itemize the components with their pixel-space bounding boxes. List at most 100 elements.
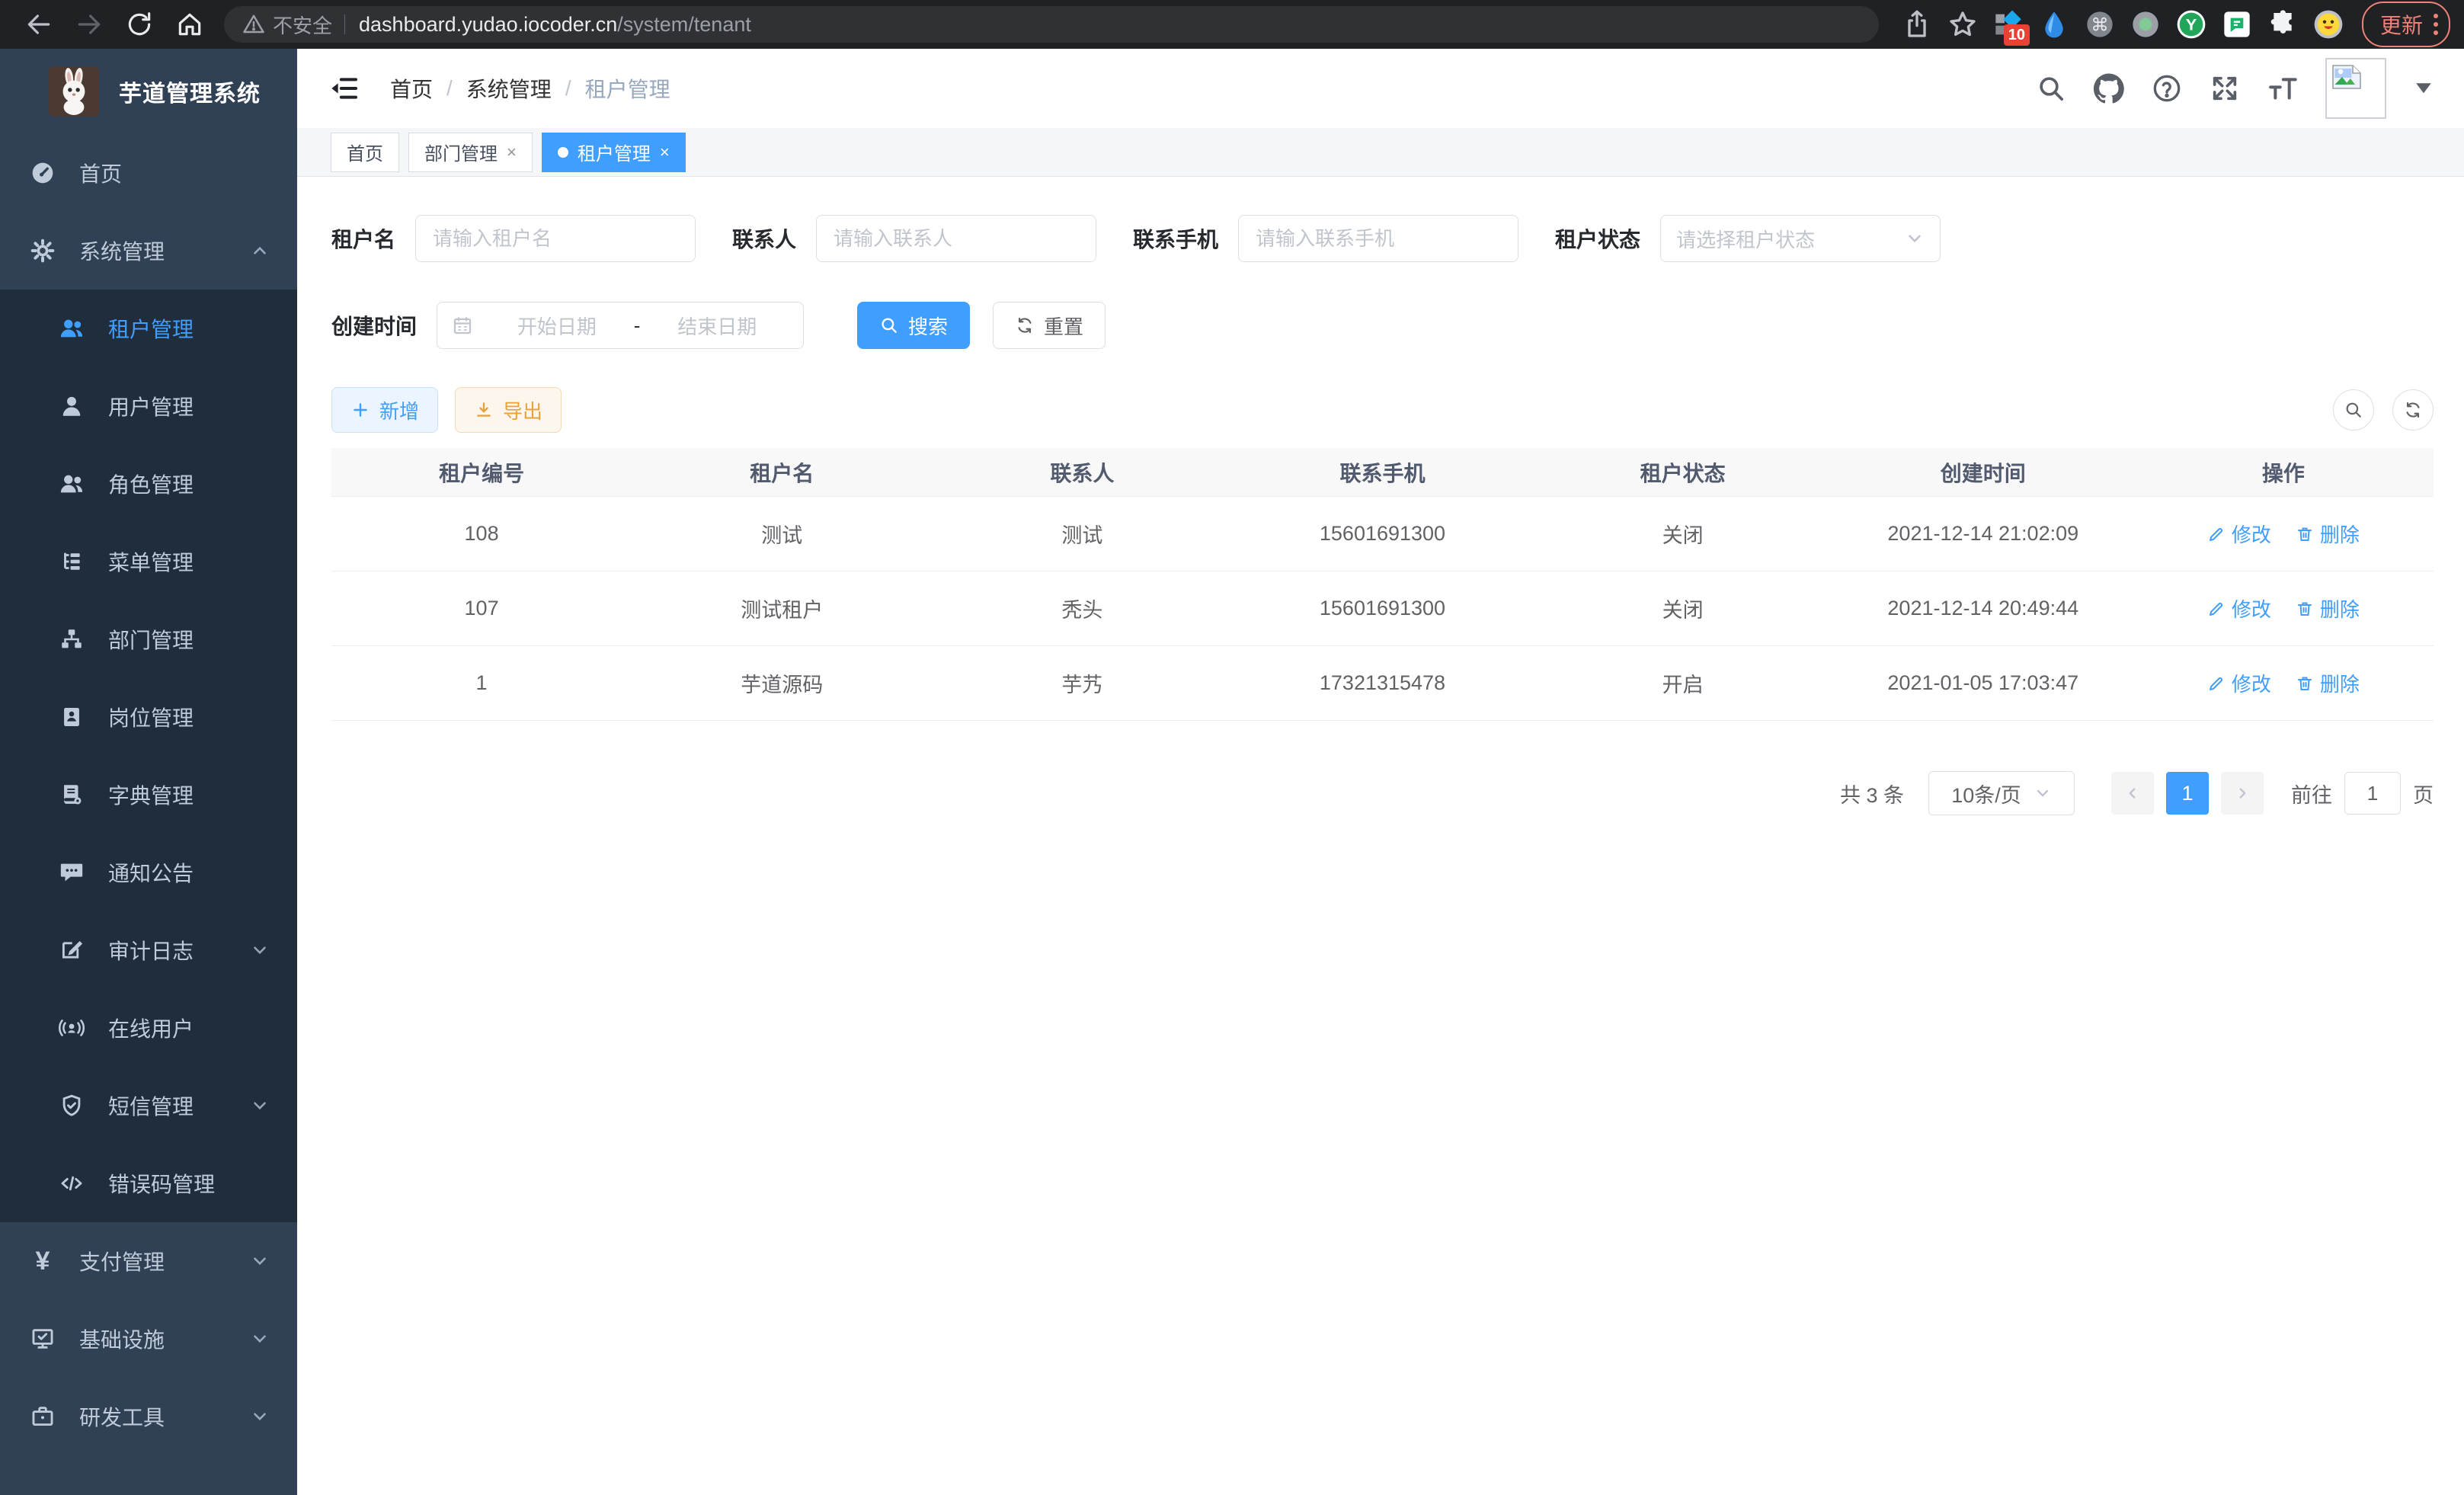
users-icon: [58, 470, 85, 498]
sidebar-item-error-code[interactable]: 错误码管理: [0, 1144, 297, 1222]
trash-icon: [2296, 525, 2314, 543]
sidebar-item-infra[interactable]: 基础设施: [0, 1300, 297, 1378]
tab-tenant[interactable]: 租户管理 ×: [542, 133, 686, 172]
extension-record-icon[interactable]: [2130, 9, 2161, 40]
page-size-select[interactable]: 10条/页: [1928, 771, 2075, 815]
delete-link[interactable]: 删除: [2296, 594, 2360, 623]
tab-label: 部门管理: [424, 139, 498, 165]
sidebar-item-post[interactable]: 岗位管理: [0, 678, 297, 756]
sidebar-item-notice[interactable]: 通知公告: [0, 834, 297, 911]
download-icon: [474, 400, 494, 420]
refresh-icon: [1015, 315, 1035, 335]
avatar-caret-icon[interactable]: [2414, 81, 2434, 96]
breadcrumb-system[interactable]: 系统管理: [466, 73, 552, 104]
dashboard-icon: [29, 159, 56, 187]
chevron-down-icon: [250, 1096, 270, 1116]
bookmark-star-icon[interactable]: [1947, 9, 1978, 40]
browser-back-icon[interactable]: [24, 10, 53, 39]
date-range-picker[interactable]: 开始日期 - 结束日期: [437, 302, 804, 349]
sidebar-item-sms[interactable]: 短信管理: [0, 1067, 297, 1144]
filter-label: 联系手机: [1133, 223, 1218, 254]
sidebar-item-role[interactable]: 角色管理: [0, 445, 297, 523]
close-icon[interactable]: ×: [660, 144, 670, 161]
browser-forward-icon[interactable]: [75, 10, 104, 39]
show-search-button[interactable]: [2333, 389, 2374, 431]
sidebar-item-pay[interactable]: ¥ 支付管理: [0, 1222, 297, 1300]
help-icon[interactable]: [2152, 73, 2182, 104]
sidebar-item-dept[interactable]: 部门管理: [0, 600, 297, 678]
browser-home-icon[interactable]: [175, 10, 204, 39]
edit-link[interactable]: 修改: [2207, 669, 2271, 697]
goto-page-input[interactable]: [2344, 772, 2401, 815]
filter-create-time: 创建时间 开始日期 - 结束日期: [331, 302, 804, 349]
extension-y-icon[interactable]: Y: [2176, 9, 2206, 40]
extension-diamond-icon[interactable]: 10: [1993, 9, 2024, 40]
browser-reload-icon[interactable]: [125, 10, 154, 39]
cell-status: 开启: [1533, 646, 1833, 720]
tenant-name-input[interactable]: [415, 215, 696, 262]
broken-image-icon: [2331, 64, 2362, 90]
extension-drop-icon[interactable]: [2039, 9, 2069, 40]
edit-label: 修改: [2232, 669, 2271, 697]
github-icon[interactable]: [2094, 73, 2124, 104]
add-button[interactable]: 新增: [331, 387, 438, 433]
next-page-button[interactable]: [2221, 772, 2264, 815]
sidebar-item-audit-log[interactable]: 审计日志: [0, 911, 297, 989]
sidebar-logo-row[interactable]: 芋道管理系统: [0, 49, 297, 134]
sidebar-item-tenant[interactable]: 租户管理: [0, 290, 297, 367]
sidebar-item-dict[interactable]: 字典管理: [0, 756, 297, 834]
breadcrumb-home[interactable]: 首页: [390, 73, 433, 104]
address-bar[interactable]: 不安全 dashboard.yudao.iocoder.cn/system/te…: [224, 6, 1879, 43]
reset-button[interactable]: 重置: [993, 302, 1106, 349]
contact-input[interactable]: [816, 215, 1096, 262]
browser-update-button[interactable]: 更新: [2362, 2, 2450, 47]
tab-home[interactable]: 首页: [331, 133, 399, 172]
search-icon[interactable]: [2036, 73, 2066, 104]
sidebar-item-user[interactable]: 用户管理: [0, 367, 297, 445]
app-title: 芋道管理系统: [119, 75, 261, 108]
chevron-down-icon: [250, 940, 270, 960]
browser-menu-icon[interactable]: [2434, 14, 2438, 35]
font-size-icon[interactable]: [2267, 73, 2298, 104]
edit-icon: [2207, 525, 2226, 543]
sidebar-item-system[interactable]: 系统管理: [0, 212, 297, 290]
prev-page-button[interactable]: [2111, 772, 2154, 815]
extension-chat-icon[interactable]: [2222, 9, 2252, 40]
calendar-icon: [451, 314, 474, 337]
export-button[interactable]: 导出: [455, 387, 562, 433]
sidebar-item-devtools[interactable]: 研发工具: [0, 1378, 297, 1455]
topbar-actions: [2036, 58, 2434, 119]
fullscreen-icon[interactable]: [2210, 73, 2240, 104]
chevron-down-icon: [1905, 229, 1925, 248]
status-select[interactable]: 请选择租户状态: [1660, 215, 1941, 262]
extension-command-icon[interactable]: ⌘: [2085, 9, 2115, 40]
monitor-icon: [29, 1325, 56, 1353]
delete-label: 删除: [2320, 669, 2360, 697]
svg-text:Y: Y: [2186, 15, 2197, 34]
extension-puzzle-icon[interactable]: [2267, 9, 2298, 40]
search-button[interactable]: 搜索: [857, 302, 970, 349]
share-icon[interactable]: [1902, 9, 1932, 40]
sidebar-collapse-icon[interactable]: [329, 73, 360, 104]
active-dot: [558, 147, 568, 158]
dictionary-icon: [58, 781, 85, 808]
edit-link[interactable]: 修改: [2207, 594, 2271, 623]
refresh-table-button[interactable]: [2392, 389, 2434, 431]
pagination: 共 3 条 10条/页 1 前往 页: [331, 771, 2434, 815]
close-icon[interactable]: ×: [507, 144, 517, 161]
delete-link[interactable]: 删除: [2296, 669, 2360, 697]
breadcrumb: 首页 / 系统管理 / 租户管理: [390, 73, 670, 104]
sidebar-item-home[interactable]: 首页: [0, 134, 297, 212]
col-header: 租户名: [632, 448, 932, 496]
edit-link[interactable]: 修改: [2207, 520, 2271, 548]
sidebar-item-menu[interactable]: 菜单管理: [0, 523, 297, 600]
delete-link[interactable]: 删除: [2296, 520, 2360, 548]
avatar[interactable]: [2325, 58, 2386, 119]
mobile-input[interactable]: [1238, 215, 1518, 262]
page-number-current[interactable]: 1: [2166, 772, 2209, 815]
pagination-total: 共 3 条: [1840, 779, 1904, 808]
extension-emoji-icon[interactable]: [2313, 9, 2344, 40]
security-warning-icon[interactable]: [242, 13, 265, 36]
tab-dept[interactable]: 部门管理 ×: [408, 133, 533, 172]
sidebar-item-online-users[interactable]: 在线用户: [0, 989, 297, 1067]
